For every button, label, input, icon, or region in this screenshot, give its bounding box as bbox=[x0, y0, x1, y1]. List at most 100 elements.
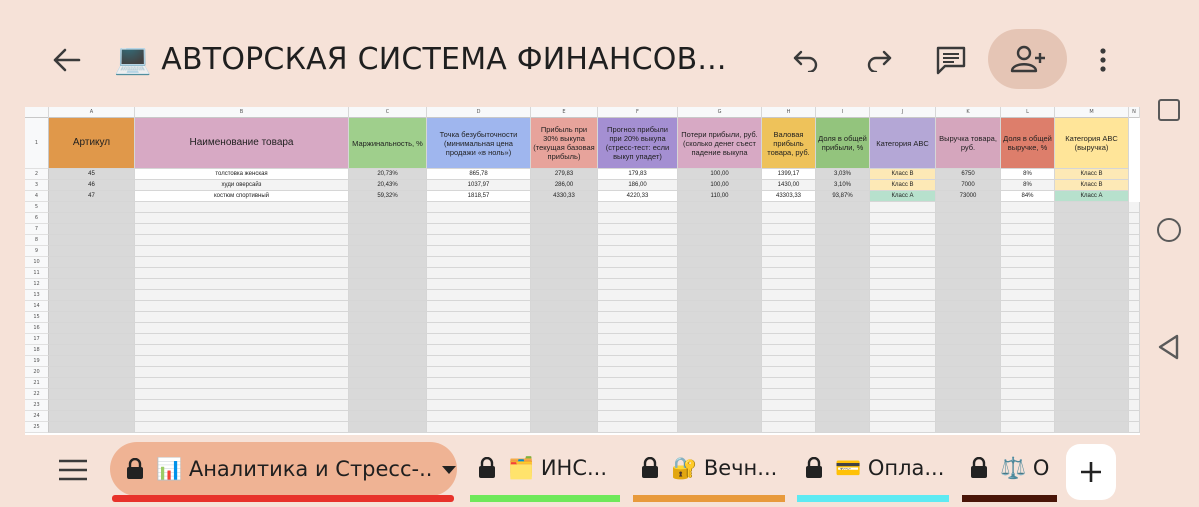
table-cell[interactable]: худи оверсайз bbox=[135, 180, 349, 191]
empty-cell[interactable] bbox=[936, 356, 1001, 367]
table-cell[interactable]: 43303,33 bbox=[762, 191, 816, 202]
empty-cell[interactable] bbox=[531, 400, 598, 411]
empty-cell[interactable] bbox=[936, 323, 1001, 334]
empty-cell[interactable] bbox=[531, 301, 598, 312]
sheet-tab[interactable]: 🔐 Вечн... bbox=[641, 453, 785, 483]
empty-cell[interactable] bbox=[816, 389, 870, 400]
empty-cell[interactable] bbox=[349, 367, 427, 378]
empty-cell[interactable] bbox=[135, 422, 349, 433]
empty-cell[interactable] bbox=[1055, 323, 1129, 334]
empty-cell[interactable] bbox=[762, 224, 816, 235]
comment-icon[interactable] bbox=[929, 38, 973, 82]
row-number[interactable]: 14 bbox=[25, 301, 49, 312]
empty-cell[interactable] bbox=[762, 246, 816, 257]
empty-cell[interactable] bbox=[531, 312, 598, 323]
empty-cell[interactable] bbox=[816, 323, 870, 334]
empty-cell[interactable] bbox=[762, 345, 816, 356]
table-cell[interactable]: 1818,57 bbox=[427, 191, 531, 202]
empty-cell[interactable] bbox=[1001, 400, 1055, 411]
table-cell[interactable]: 279,83 bbox=[531, 169, 598, 180]
empty-cell[interactable] bbox=[49, 378, 135, 389]
empty-cell[interactable] bbox=[870, 290, 936, 301]
empty-cell[interactable] bbox=[598, 235, 678, 246]
chevron-down-icon[interactable] bbox=[441, 460, 457, 479]
empty-cell[interactable] bbox=[870, 389, 936, 400]
column-letter-g[interactable]: G bbox=[678, 107, 762, 118]
empty-cell[interactable] bbox=[762, 290, 816, 301]
empty-cell[interactable] bbox=[49, 367, 135, 378]
empty-cell[interactable] bbox=[1129, 356, 1140, 367]
empty-cell[interactable] bbox=[816, 301, 870, 312]
table-cell[interactable]: 93,87% bbox=[816, 191, 870, 202]
empty-cell[interactable] bbox=[762, 235, 816, 246]
empty-cell[interactable] bbox=[762, 202, 816, 213]
row-number[interactable]: 23 bbox=[25, 400, 49, 411]
empty-cell[interactable] bbox=[598, 312, 678, 323]
empty-cell[interactable] bbox=[598, 422, 678, 433]
empty-cell[interactable] bbox=[1055, 202, 1129, 213]
empty-cell[interactable] bbox=[936, 290, 1001, 301]
home-icon[interactable] bbox=[1157, 218, 1181, 242]
empty-cell[interactable] bbox=[349, 389, 427, 400]
empty-cell[interactable] bbox=[49, 312, 135, 323]
empty-cell[interactable] bbox=[1001, 224, 1055, 235]
table-cell[interactable]: 3,03% bbox=[816, 169, 870, 180]
empty-cell[interactable] bbox=[1055, 301, 1129, 312]
row-number[interactable]: 7 bbox=[25, 224, 49, 235]
empty-cell[interactable] bbox=[1129, 202, 1140, 213]
empty-cell[interactable] bbox=[349, 268, 427, 279]
row-number[interactable]: 17 bbox=[25, 334, 49, 345]
empty-cell[interactable] bbox=[870, 301, 936, 312]
table-cell[interactable]: 1399,17 bbox=[762, 169, 816, 180]
empty-cell[interactable] bbox=[1129, 411, 1140, 422]
empty-cell[interactable] bbox=[1055, 290, 1129, 301]
empty-cell[interactable] bbox=[678, 334, 762, 345]
row-number[interactable]: 5 bbox=[25, 202, 49, 213]
empty-cell[interactable] bbox=[1001, 246, 1055, 257]
row-number[interactable]: 21 bbox=[25, 378, 49, 389]
empty-cell[interactable] bbox=[870, 268, 936, 279]
empty-cell[interactable] bbox=[1001, 389, 1055, 400]
empty-cell[interactable] bbox=[598, 246, 678, 257]
empty-cell[interactable] bbox=[531, 257, 598, 268]
empty-cell[interactable] bbox=[427, 378, 531, 389]
empty-cell[interactable] bbox=[870, 411, 936, 422]
empty-cell[interactable] bbox=[135, 235, 349, 246]
empty-cell[interactable] bbox=[598, 290, 678, 301]
row-number[interactable]: 22 bbox=[25, 389, 49, 400]
row-number[interactable]: 12 bbox=[25, 279, 49, 290]
empty-cell[interactable] bbox=[427, 367, 531, 378]
empty-cell[interactable] bbox=[1129, 268, 1140, 279]
empty-cell[interactable] bbox=[762, 389, 816, 400]
table-cell[interactable]: 8% bbox=[1001, 180, 1055, 191]
empty-cell[interactable] bbox=[531, 224, 598, 235]
row-number[interactable]: 2 bbox=[25, 169, 49, 180]
empty-cell[interactable] bbox=[135, 345, 349, 356]
empty-cell[interactable] bbox=[135, 279, 349, 290]
table-cell[interactable]: 110,00 bbox=[678, 191, 762, 202]
table-cell[interactable]: 59,32% bbox=[349, 191, 427, 202]
empty-cell[interactable] bbox=[762, 400, 816, 411]
row-number[interactable]: 1 bbox=[25, 118, 49, 169]
empty-cell[interactable] bbox=[816, 356, 870, 367]
empty-cell[interactable] bbox=[135, 367, 349, 378]
empty-cell[interactable] bbox=[49, 235, 135, 246]
empty-cell[interactable] bbox=[870, 235, 936, 246]
row-number[interactable]: 13 bbox=[25, 290, 49, 301]
empty-cell[interactable] bbox=[678, 257, 762, 268]
empty-cell[interactable] bbox=[135, 213, 349, 224]
empty-cell[interactable] bbox=[49, 279, 135, 290]
header-cell[interactable]: Наименование товара bbox=[135, 118, 349, 169]
empty-cell[interactable] bbox=[349, 312, 427, 323]
empty-cell[interactable] bbox=[1129, 378, 1140, 389]
empty-cell[interactable] bbox=[598, 323, 678, 334]
empty-cell[interactable] bbox=[135, 411, 349, 422]
empty-cell[interactable] bbox=[870, 323, 936, 334]
empty-cell[interactable] bbox=[870, 224, 936, 235]
empty-cell[interactable] bbox=[762, 367, 816, 378]
empty-cell[interactable] bbox=[678, 400, 762, 411]
table-cell[interactable]: 4220,33 bbox=[598, 191, 678, 202]
header-cell[interactable]: Потери прибыли, руб. (сколько денег съес… bbox=[678, 118, 762, 169]
empty-cell[interactable] bbox=[1055, 213, 1129, 224]
table-cell[interactable]: 84% bbox=[1001, 191, 1055, 202]
